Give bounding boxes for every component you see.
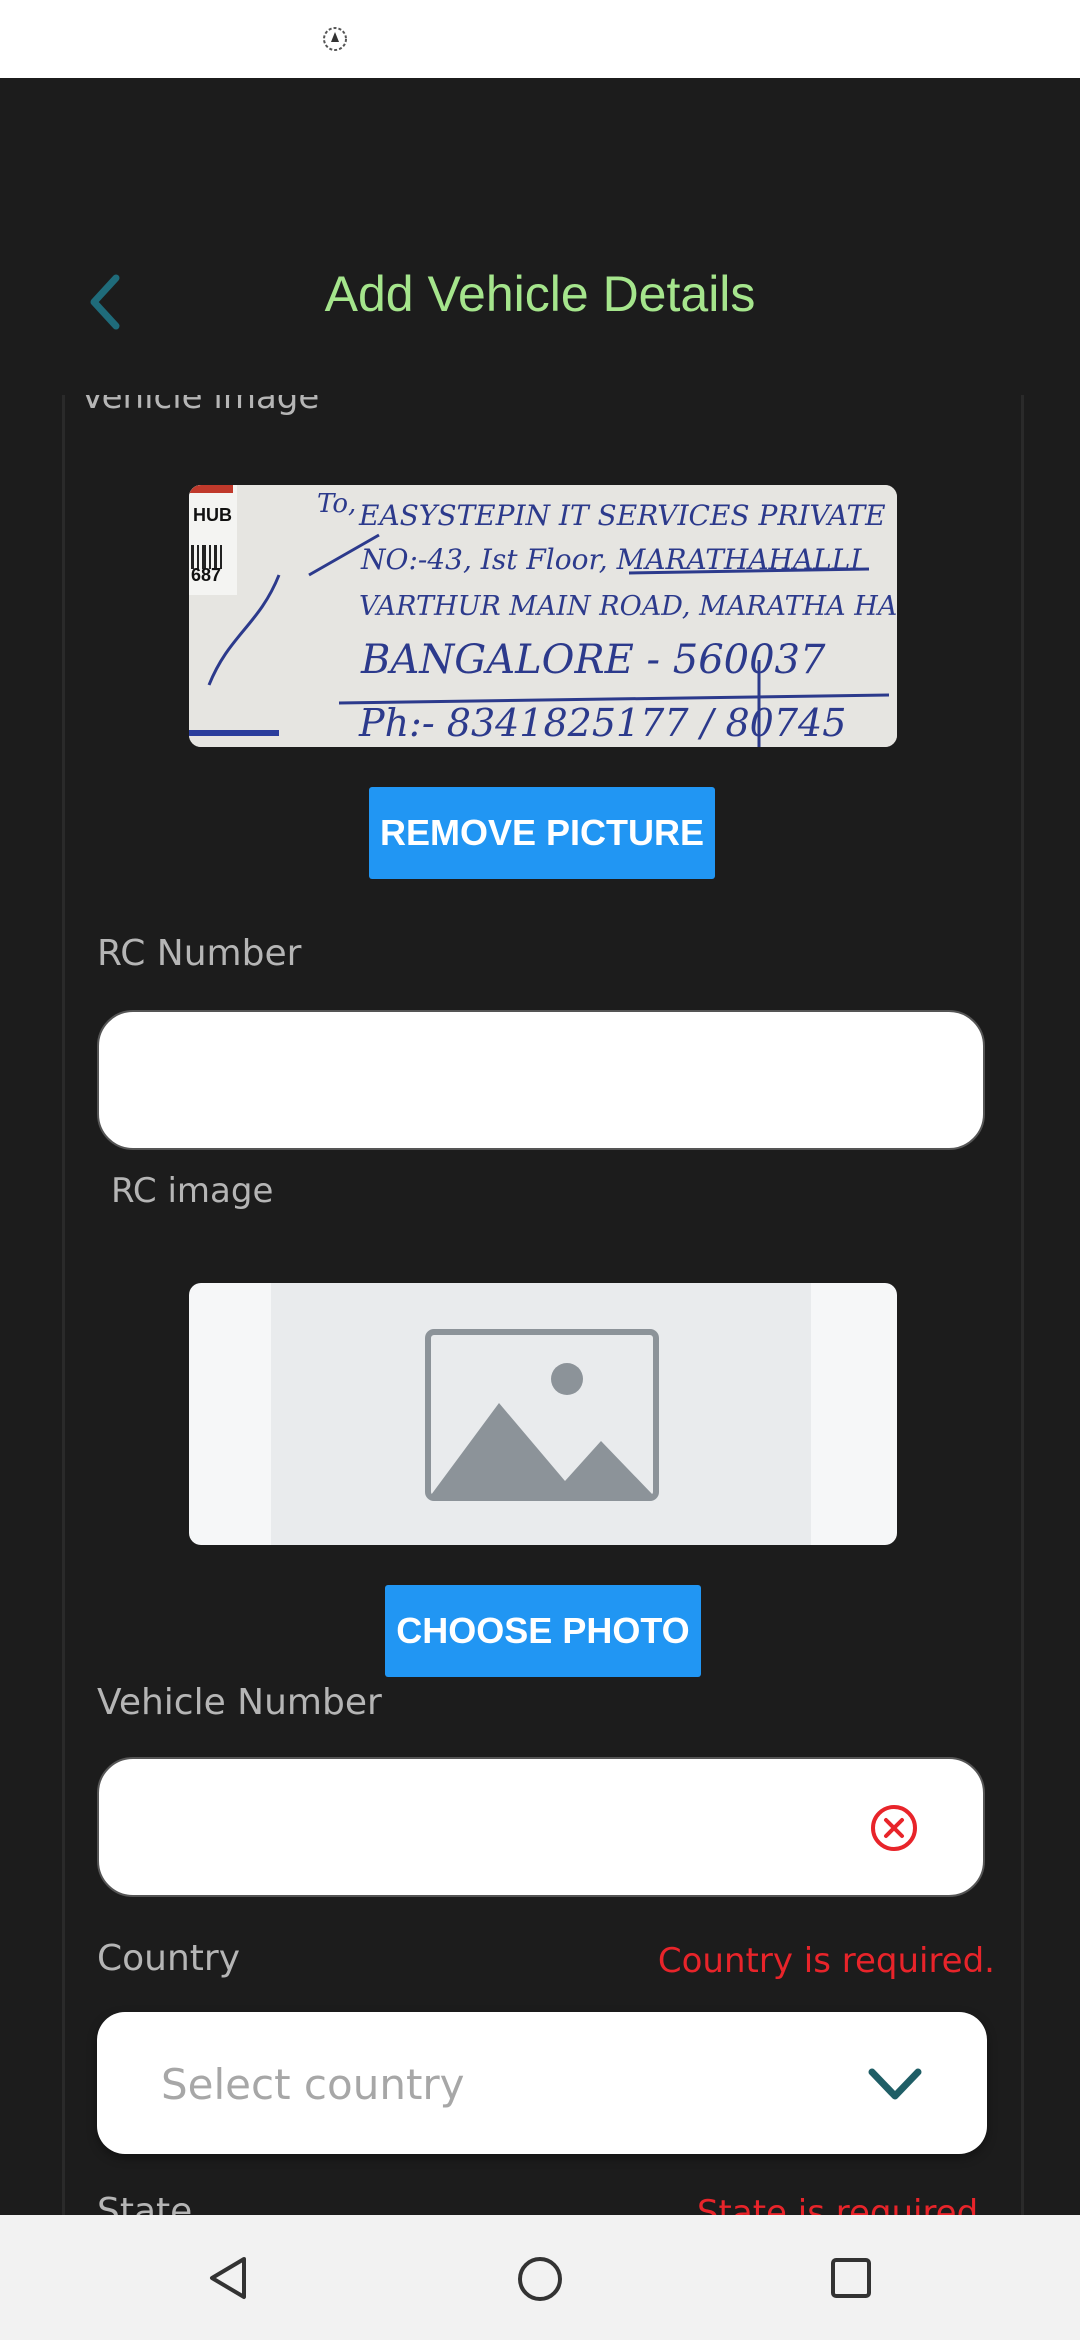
remove-picture-button[interactable]: REMOVE PICTURE — [369, 787, 715, 879]
photo-to-text: To, — [317, 489, 357, 519]
image-placeholder-icon — [425, 1329, 659, 1501]
photo-hub-text: HUB — [193, 505, 232, 525]
vehicle-number-input[interactable] — [97, 1757, 985, 1897]
photo-text-line2: NO:-43, Ist Floor, MARATHAHALLI — [361, 543, 862, 576]
rc-number-input[interactable] — [97, 1010, 985, 1150]
choose-photo-button[interactable]: CHOOSE PHOTO — [385, 1585, 701, 1677]
vehicle-form: Vehicle image HUB 687 To, EASYSTEPIN IT … — [62, 395, 1024, 2215]
chevron-down-icon[interactable] — [867, 2066, 923, 2102]
state-error: State is required. — [696, 2193, 989, 2215]
rc-number-label: RC Number — [97, 933, 302, 974]
system-nav-bar — [0, 2215, 1080, 2340]
photo-text-line1: EASYSTEPIN IT SERVICES PRIVATE — [359, 499, 886, 532]
notification-icon — [323, 27, 347, 51]
photo-text-line3: VARTHUR MAIN ROAD, MARATHA HA — [359, 591, 897, 622]
vehicle-number-label: Vehicle Number — [97, 1682, 382, 1723]
photo-code-text: 687 — [191, 565, 222, 585]
vehicle-photo: HUB 687 To, EASYSTEPIN IT SERVICES PRIVA… — [189, 485, 897, 747]
photo-text-line4: BANGALORE - 560037 — [361, 637, 826, 683]
country-error: Country is required. — [657, 1941, 995, 1981]
vehicle-image-label: Vehicle image — [81, 395, 320, 417]
nav-home-icon[interactable] — [516, 2255, 564, 2303]
country-placeholder: Select country — [161, 2060, 465, 2109]
photo-text-line5: Ph:- 8341825177 / 80745 — [359, 701, 847, 745]
rc-image-label: RC image — [111, 1171, 274, 1211]
nav-back-icon[interactable] — [206, 2255, 250, 2301]
rc-photo-placeholder — [189, 1283, 897, 1545]
status-bar — [0, 0, 1080, 78]
country-select[interactable]: Select country — [97, 2012, 987, 2154]
country-label: Country — [97, 1938, 241, 1979]
nav-recents-icon[interactable] — [830, 2257, 872, 2299]
state-label: State — [97, 2191, 193, 2215]
page-title: Add Vehicle Details — [324, 266, 756, 322]
app-header — [0, 78, 1080, 395]
clear-error-icon[interactable] — [869, 1803, 919, 1853]
